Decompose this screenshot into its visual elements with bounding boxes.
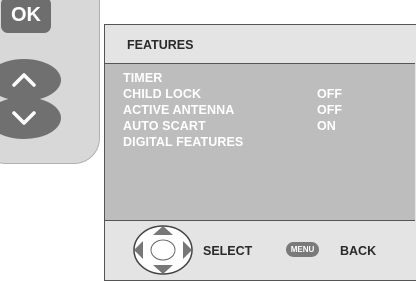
ok-button[interactable]: OK [1, 0, 51, 33]
ok-button-label: OK [11, 3, 41, 26]
down-button[interactable] [0, 97, 61, 139]
menu-item-timer[interactable]: TIMER [123, 71, 162, 85]
active-antenna-value: OFF [317, 103, 342, 117]
menu-item-active-antenna[interactable]: ACTIVE ANTENNA [123, 103, 234, 117]
chevron-up-icon [12, 73, 36, 87]
menu-item-auto-scart[interactable]: AUTO SCART [123, 119, 206, 133]
up-button[interactable] [0, 59, 61, 101]
back-hint-label: BACK [340, 244, 377, 258]
select-hint-label: SELECT [203, 244, 253, 258]
remote-control: OK [0, 0, 100, 164]
menu-list: TIMER CHILD LOCK OFF ACTIVE ANTENNA OFF … [105, 63, 415, 221]
auto-scart-value: ON [317, 119, 336, 133]
menu-title: FEATURES [127, 38, 194, 52]
menu-item-digital-features[interactable]: DIGITAL FEATURES [123, 135, 243, 149]
chevron-down-icon [12, 111, 36, 125]
features-menu-screen: FEATURES TIMER CHILD LOCK OFF ACTIVE ANT… [104, 24, 416, 281]
menu-item-child-lock[interactable]: CHILD LOCK [123, 87, 201, 101]
child-lock-value: OFF [317, 87, 342, 101]
menu-key-icon: MENU [286, 242, 319, 257]
menu-key-label: MENU [290, 245, 315, 254]
dpad-icon [133, 225, 193, 275]
